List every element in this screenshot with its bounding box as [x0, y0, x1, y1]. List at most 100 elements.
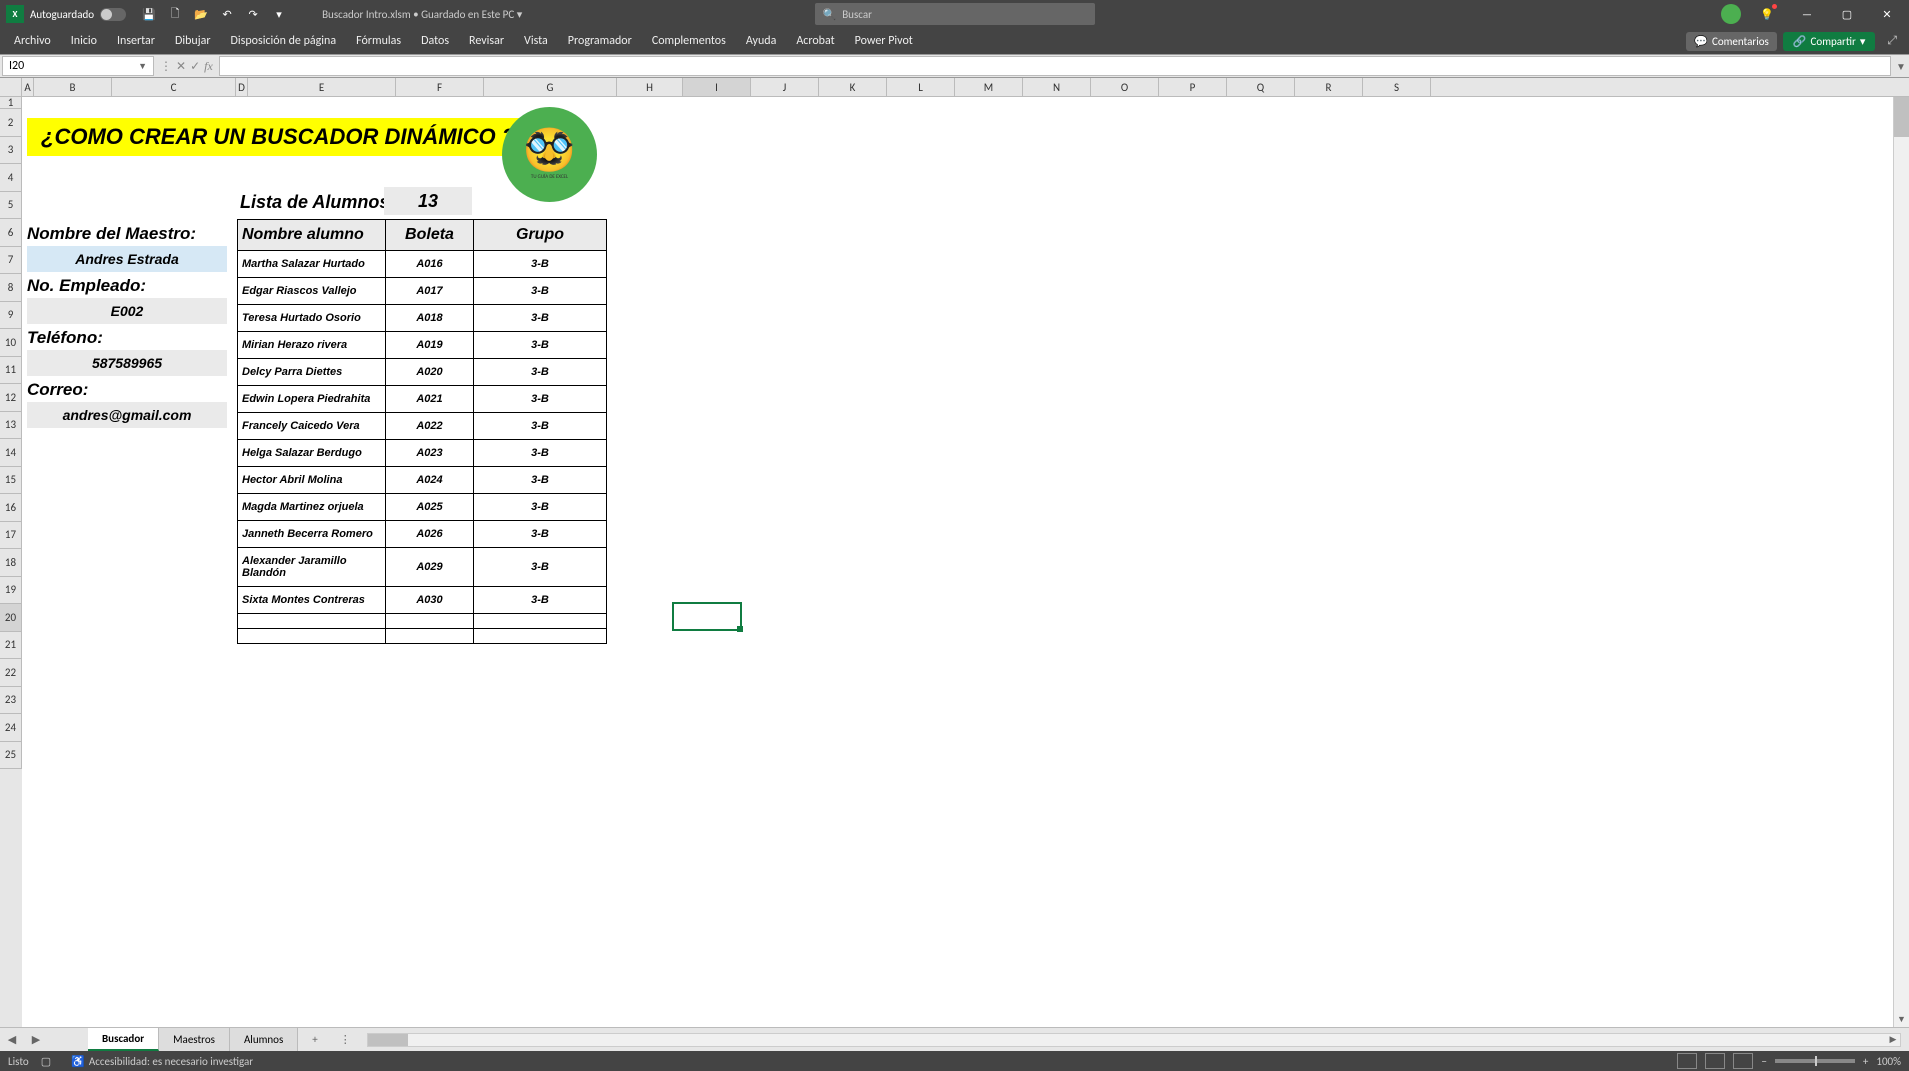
- horizontal-scrollbar[interactable]: ◀ ▶: [367, 1033, 1901, 1047]
- row-header-5[interactable]: 5: [0, 192, 22, 220]
- cell-nombre[interactable]: Martha Salazar Hurtado: [238, 251, 386, 278]
- formula-input[interactable]: [219, 56, 1891, 76]
- view-normal-button[interactable]: [1677, 1053, 1697, 1069]
- tab-nav-prev[interactable]: ◀: [0, 1028, 24, 1051]
- view-layout-button[interactable]: [1705, 1053, 1725, 1069]
- cell-boleta[interactable]: A020: [386, 359, 474, 386]
- cell-grupo[interactable]: 3-B: [474, 305, 607, 332]
- zoom-value[interactable]: 100%: [1876, 1055, 1901, 1068]
- ribbon-tab-acrobat[interactable]: Acrobat: [786, 28, 844, 54]
- col-header-K[interactable]: K: [819, 78, 887, 96]
- row-header-7[interactable]: 7: [0, 247, 22, 275]
- fx-icon[interactable]: fx: [204, 59, 213, 74]
- row-header-21[interactable]: 21: [0, 632, 22, 660]
- cell-nombre[interactable]: Alexander Jaramillo Blandón: [238, 548, 386, 587]
- ribbon-tab-complementos[interactable]: Complementos: [642, 28, 736, 54]
- cell-grupo[interactable]: 3-B: [474, 386, 607, 413]
- tab-nav-next[interactable]: ▶: [24, 1028, 48, 1051]
- search-box[interactable]: 🔍 Buscar: [815, 3, 1095, 25]
- cell-grupo[interactable]: 3-B: [474, 494, 607, 521]
- row-header-23[interactable]: 23: [0, 687, 22, 715]
- zoom-out-button[interactable]: −: [1761, 1055, 1766, 1068]
- row-header-17[interactable]: 17: [0, 522, 22, 550]
- ribbon-tab-disposición-de-página[interactable]: Disposición de página: [221, 28, 347, 54]
- redo-icon[interactable]: ↷: [245, 6, 261, 22]
- chevron-down-icon[interactable]: ▾: [517, 8, 523, 21]
- cell-boleta[interactable]: A016: [386, 251, 474, 278]
- open-icon[interactable]: 📂: [193, 6, 209, 22]
- comments-button[interactable]: 💬 Comentarios: [1686, 32, 1777, 51]
- cell-nombre[interactable]: Hector Abril Molina: [238, 467, 386, 494]
- view-break-button[interactable]: [1733, 1053, 1753, 1069]
- cell-grupo[interactable]: [474, 614, 607, 629]
- cell-boleta[interactable]: A023: [386, 440, 474, 467]
- row-header-15[interactable]: 15: [0, 467, 22, 495]
- cell-boleta[interactable]: [386, 614, 474, 629]
- ribbon-tab-insertar[interactable]: Insertar: [107, 28, 165, 54]
- col-header-S[interactable]: S: [1363, 78, 1431, 96]
- sheet-tab-alumnos[interactable]: Alumnos: [230, 1028, 298, 1051]
- ribbon-tab-ayuda[interactable]: Ayuda: [736, 28, 787, 54]
- cell-boleta[interactable]: [386, 629, 474, 644]
- col-header-M[interactable]: M: [955, 78, 1023, 96]
- name-box-dropdown-icon[interactable]: ▼: [138, 61, 147, 72]
- ribbon-tab-datos[interactable]: Datos: [411, 28, 459, 54]
- row-header-24[interactable]: 24: [0, 714, 22, 742]
- col-header-G[interactable]: G: [484, 78, 617, 96]
- row-header-2[interactable]: 2: [0, 109, 22, 137]
- confirm-formula-icon[interactable]: ✓: [190, 59, 200, 74]
- row-header-1[interactable]: 1: [0, 97, 22, 109]
- cell-grupo[interactable]: 3-B: [474, 467, 607, 494]
- col-header-I[interactable]: I: [683, 78, 751, 96]
- row-header-20[interactable]: 20: [0, 604, 22, 632]
- row-header-9[interactable]: 9: [0, 302, 22, 330]
- autosave-toggle[interactable]: [100, 8, 126, 21]
- collapse-ribbon-button[interactable]: ⤢: [1881, 31, 1903, 51]
- add-sheet-button[interactable]: +: [298, 1033, 331, 1046]
- ribbon-tab-programador[interactable]: Programador: [558, 28, 642, 54]
- ribbon-tab-inicio[interactable]: Inicio: [61, 28, 107, 54]
- scroll-thumb-h[interactable]: [368, 1034, 408, 1046]
- ideas-icon[interactable]: 💡: [1753, 0, 1781, 28]
- row-header-25[interactable]: 25: [0, 742, 22, 770]
- col-header-O[interactable]: O: [1091, 78, 1159, 96]
- cell-nombre[interactable]: Janneth Becerra Romero: [238, 521, 386, 548]
- col-header-J[interactable]: J: [751, 78, 819, 96]
- col-header-C[interactable]: C: [112, 78, 236, 96]
- cell-nombre[interactable]: Helga Salazar Berdugo: [238, 440, 386, 467]
- vertical-scrollbar[interactable]: ▲ ▼: [1893, 97, 1909, 1027]
- accessibility-status[interactable]: ♿ Accesibilidad: es necesario investigar: [71, 1055, 253, 1068]
- scroll-right-icon[interactable]: ▶: [1886, 1034, 1900, 1046]
- cancel-formula-icon[interactable]: ✕: [176, 59, 186, 74]
- cell-grupo[interactable]: 3-B: [474, 548, 607, 587]
- row-header-14[interactable]: 14: [0, 439, 22, 467]
- share-button[interactable]: 🔗 Compartir ▾: [1783, 32, 1876, 51]
- cell-boleta[interactable]: A025: [386, 494, 474, 521]
- cell-grupo[interactable]: 3-B: [474, 359, 607, 386]
- sheet-tab-maestros[interactable]: Maestros: [159, 1028, 230, 1051]
- scroll-thumb-v[interactable]: [1894, 97, 1909, 137]
- cell-grupo[interactable]: 3-B: [474, 251, 607, 278]
- col-header-E[interactable]: E: [248, 78, 396, 96]
- cell-nombre[interactable]: Delcy Parra Diettes: [238, 359, 386, 386]
- cell-boleta[interactable]: A029: [386, 548, 474, 587]
- cell-nombre[interactable]: Teresa Hurtado Osorio: [238, 305, 386, 332]
- col-header-B[interactable]: B: [34, 78, 112, 96]
- row-header-13[interactable]: 13: [0, 412, 22, 440]
- cell-boleta[interactable]: A026: [386, 521, 474, 548]
- row-header-8[interactable]: 8: [0, 274, 22, 302]
- cell-nombre[interactable]: [238, 629, 386, 644]
- undo-icon[interactable]: ↶: [219, 6, 235, 22]
- select-all-button[interactable]: [0, 78, 22, 96]
- cell-grupo[interactable]: 3-B: [474, 332, 607, 359]
- new-icon[interactable]: 🗋: [167, 6, 183, 22]
- cell-grupo[interactable]: 3-B: [474, 521, 607, 548]
- cell-boleta[interactable]: A018: [386, 305, 474, 332]
- col-header-D[interactable]: D: [236, 78, 248, 96]
- cell-grupo[interactable]: 3-B: [474, 278, 607, 305]
- row-header-18[interactable]: 18: [0, 549, 22, 577]
- cell-nombre[interactable]: Sixta Montes Contreras: [238, 587, 386, 614]
- row-header-16[interactable]: 16: [0, 494, 22, 522]
- zoom-in-button[interactable]: +: [1863, 1055, 1868, 1068]
- row-header-3[interactable]: 3: [0, 137, 22, 165]
